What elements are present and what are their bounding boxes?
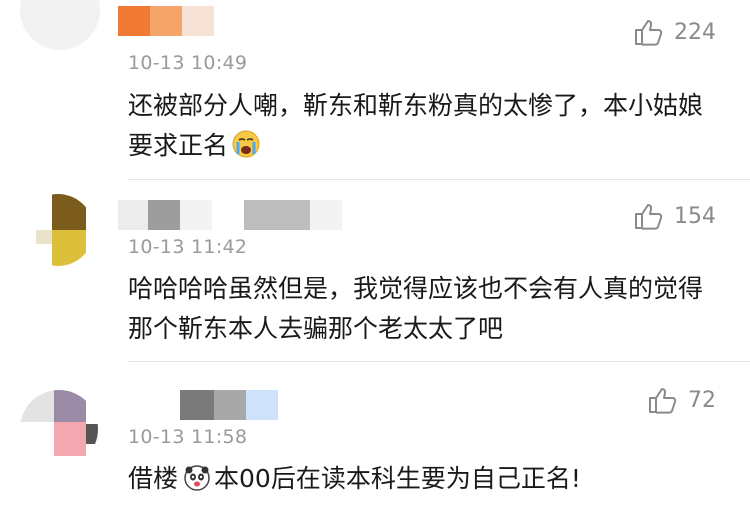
comment-text: 哈哈哈哈虽然但是，我觉得应该也不会有人真的觉得那个靳东本人去骗那个老太太了吧 [128,274,704,343]
avatar[interactable] [20,390,98,468]
avatar[interactable] [22,194,94,266]
like-count: 154 [674,203,716,229]
like-button[interactable]: 224 [634,18,716,46]
timestamp: 10-13 11:58 [128,426,248,448]
username[interactable] [118,200,348,230]
thumbs-up-icon [649,388,677,414]
timestamp: 10-13 10:49 [128,52,248,74]
username[interactable] [180,390,280,420]
timestamp: 10-13 11:42 [128,236,248,258]
crying-face-emoji [232,130,260,170]
comment-text: 还被部分人嘲，靳东和靳东粉真的太惨了，本小姑娘要求正名 [128,86,718,170]
comment-item: 224 10-13 10:49 还被部分人嘲，靳东和靳东粉真的太惨了，本小姑娘要… [0,0,750,180]
like-count: 224 [674,19,716,45]
comment-item: 154 10-13 11:42 哈哈哈哈虽然但是，我觉得应该也不会有人真的觉得那… [0,180,750,362]
panda-face-emoji [184,463,210,503]
avatar[interactable] [20,0,100,50]
thumbs-up-icon [635,204,663,230]
like-button[interactable]: 72 [648,386,716,414]
username[interactable] [118,6,218,36]
like-count: 72 [688,387,716,413]
comment-text: 借楼 本00后在读本科生要为自己正名! [128,459,718,503]
thumbs-up-icon [635,20,663,46]
comment-item: 72 10-13 11:58 借楼 本00后在读本科生要为自己正名! [0,362,750,508]
like-button[interactable]: 154 [634,202,716,230]
